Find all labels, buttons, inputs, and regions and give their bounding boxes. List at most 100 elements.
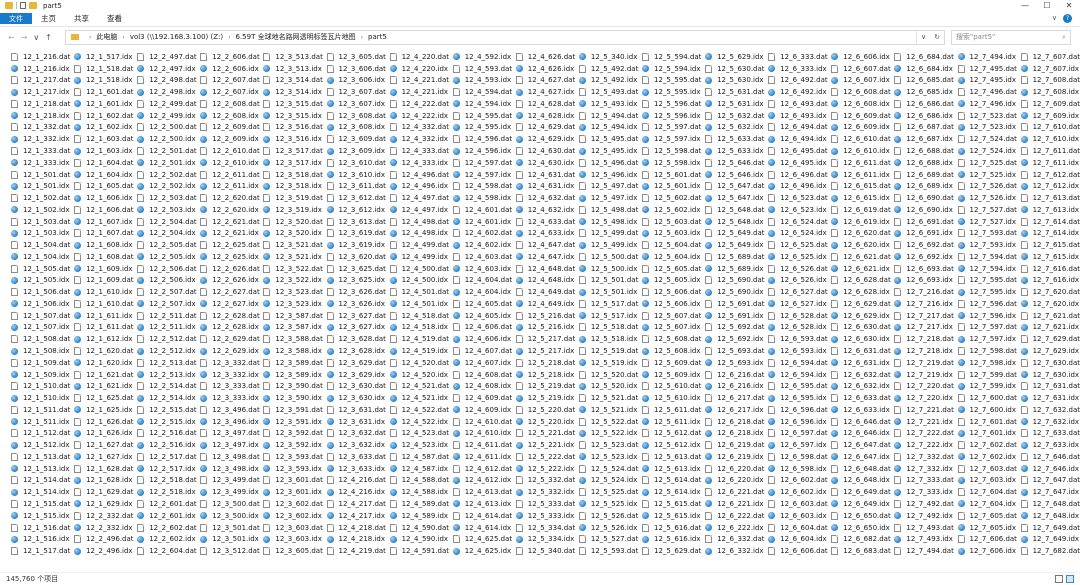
file-item[interactable]: 12_6_593.idx [768,345,827,357]
file-item[interactable]: 12_1_505.dat [11,263,70,275]
file-item[interactable]: 12_2_504.dat [137,216,197,228]
file-item[interactable]: 12_5_595.dat [642,75,701,87]
file-item[interactable]: 12_3_612.dat [326,192,386,204]
file-item[interactable]: 12_6_619.idx [831,216,890,228]
file-item[interactable]: 12_3_498.idx [200,463,259,475]
file-item[interactable]: 12_3_606.dat [326,63,386,75]
file-item[interactable]: 12_2_518.idx [137,486,196,498]
file-item[interactable]: 12_6_525.dat [768,239,828,251]
file-item[interactable]: 12_7_492.dat [894,498,954,510]
tab-home[interactable]: 主页 [32,11,65,27]
file-item[interactable]: 12_4_522.dat [389,404,449,416]
file-item[interactable]: 12_4_333.idx [389,157,449,169]
file-item[interactable]: 12_3_592.dat [263,428,323,440]
file-item[interactable]: 12_6_687.idx [894,133,953,145]
file-item[interactable]: 12_6_646.idx [831,428,890,440]
file-item[interactable]: 12_3_591.idx [263,416,322,428]
file-item[interactable]: 12_2_517.idx [137,463,196,475]
file-item[interactable]: 12_5_611.dat [642,404,701,416]
file-item[interactable]: 12_6_523.idx [768,204,827,216]
file-item[interactable]: 12_6_608.idx [831,98,890,110]
file-item[interactable]: 12_5_222.idx [515,463,575,475]
file-item[interactable]: 12_1_603.idx [74,145,133,157]
file-item[interactable]: 12_6_524.idx [768,227,827,239]
file-item[interactable]: 12_3_602.dat [263,498,323,510]
file-item[interactable]: 12_5_492.dat [578,63,638,75]
file-item[interactable]: 12_6_693.dat [894,263,954,275]
file-item[interactable]: 12_6_220.dat [705,463,765,475]
file-item[interactable]: 12_5_609.dat [642,357,701,369]
file-item[interactable]: 12_4_627.dat [515,75,575,87]
file-item[interactable]: 12_7_633.idx [1020,439,1080,451]
file-item[interactable]: 12_3_630.idx [326,392,386,404]
file-item[interactable]: 12_5_596.dat [642,98,701,110]
file-item[interactable]: 12_5_691.idx [705,310,764,322]
file-item[interactable]: 12_5_522.dat [578,416,638,428]
file-item[interactable]: 12_7_648.dat [1020,498,1080,510]
file-item[interactable]: 12_4_629.dat [515,122,575,134]
file-item[interactable]: 12_4_498.dat [389,216,449,228]
file-item[interactable]: 12_1_621.dat [74,369,134,381]
file-item[interactable]: 12_5_633.dat [705,133,765,145]
large-icons-view-icon[interactable] [1066,575,1074,583]
file-item[interactable]: 12_4_649.dat [515,286,575,298]
file-item[interactable]: 12_4_608.dat [452,369,512,381]
file-item[interactable]: 12_6_594.dat [768,357,828,369]
file-item[interactable]: 12_3_605.dat [326,51,386,63]
file-item[interactable]: 12_7_604.idx [957,498,1017,510]
file-item[interactable]: 12_1_627.idx [74,451,133,463]
file-item[interactable]: 12_4_332.dat [389,122,449,134]
file-item[interactable]: 12_2_629.dat [200,333,260,345]
file-item[interactable]: 12_7_495.idx [957,75,1017,87]
file-item[interactable]: 12_2_626.dat [200,263,260,275]
file-item[interactable]: 12_5_494.idx [578,122,638,134]
file-item[interactable]: 12_6_682.dat [831,533,891,545]
file-item[interactable]: 12_7_594.idx [957,263,1017,275]
file-item[interactable]: 12_4_649.idx [515,298,575,310]
file-item[interactable]: 12_1_507.idx [11,322,70,334]
file-item[interactable]: 12_2_517.dat [137,451,197,463]
file-item[interactable]: 12_7_647.idx [1020,486,1080,498]
file-item[interactable]: 12_4_608.idx [452,380,512,392]
file-item[interactable]: 12_7_221.idx [894,416,953,428]
file-item[interactable]: 12_6_647.idx [831,451,890,463]
file-item[interactable]: 12_5_689.idx [705,263,764,275]
file-item[interactable]: 12_1_509.dat [11,357,70,369]
file-item[interactable]: 12_2_607.idx [200,86,259,98]
file-item[interactable]: 12_6_611.idx [831,169,890,181]
file-item[interactable]: 12_4_630.dat [515,145,575,157]
file-item[interactable]: 12_5_340.idx [578,51,638,63]
file-item[interactable]: 12_6_619.dat [831,204,891,216]
file-item[interactable]: 12_4_523.idx [389,439,449,451]
file-item[interactable]: 12_7_603.dat [957,463,1017,475]
file-item[interactable]: 12_2_516.idx [137,439,196,451]
file-item[interactable]: 12_1_607.idx [74,216,133,228]
file-item[interactable]: 12_6_217.idx [705,404,764,416]
file-item[interactable]: 12_4_596.idx [452,145,512,157]
file-item[interactable]: 12_5_219.idx [515,392,575,404]
file-item[interactable]: 12_3_626.idx [326,298,386,310]
file-item[interactable]: 12_6_691.dat [894,216,954,228]
file-item[interactable]: 12_7_218.idx [894,345,953,357]
file-item[interactable]: 12_5_598.idx [642,157,701,169]
file-item[interactable]: 12_3_516.idx [263,133,322,145]
file-item[interactable]: 12_7_593.dat [957,227,1017,239]
file-item[interactable]: 12_7_601.idx [957,428,1017,440]
file-item[interactable]: 12_1_602.dat [74,110,134,122]
file-item[interactable]: 12_3_620.dat [326,251,386,263]
file-item[interactable]: 12_5_616.idx [642,533,701,545]
file-item[interactable]: 12_3_631.dat [326,404,386,416]
file-item[interactable]: 12_5_521.idx [578,404,638,416]
file-item[interactable]: 12_5_630.idx [705,75,764,87]
file-item[interactable]: 12_5_496.idx [578,169,638,181]
file-item[interactable]: 12_1_508.dat [11,333,70,345]
file-item[interactable]: 12_7_222.idx [894,439,953,451]
file-item[interactable]: 12_2_512.dat [137,333,197,345]
file-item[interactable]: 12_7_523.dat [957,110,1017,122]
file-item[interactable]: 12_7_621.dat [1020,310,1080,322]
file-item[interactable]: 12_7_526.idx [957,192,1017,204]
file-item[interactable]: 12_5_524.dat [578,463,638,475]
file-item[interactable]: 12_7_612.idx [1020,180,1080,192]
file-item[interactable]: 12_4_601.dat [452,204,512,216]
file-item[interactable]: 12_4_221.idx [389,86,449,98]
